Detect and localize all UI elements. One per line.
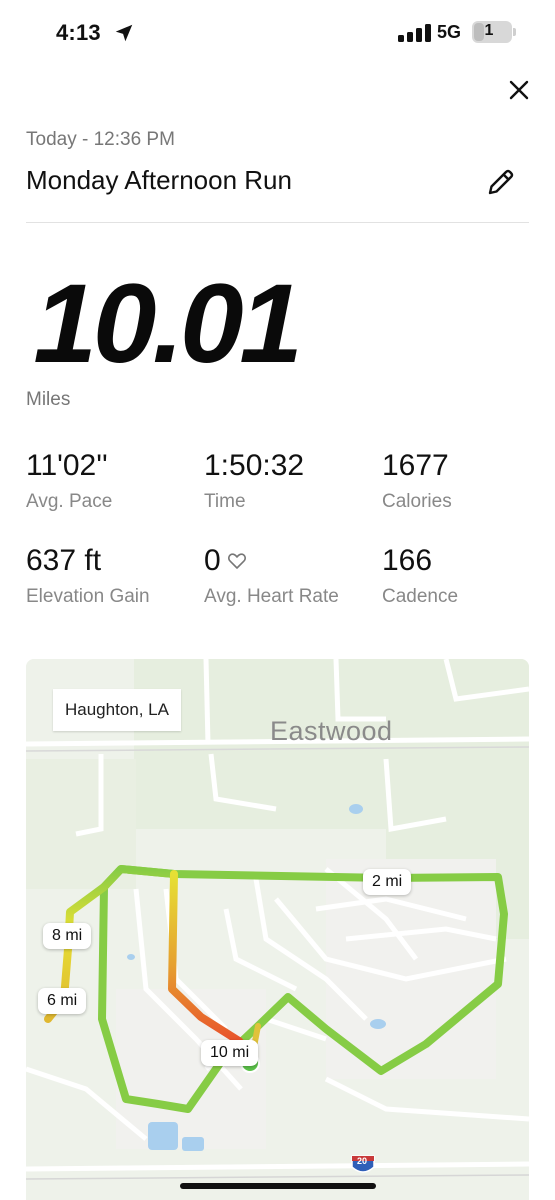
- battery-nub: [513, 28, 516, 36]
- status-time: 4:13: [56, 20, 101, 45]
- activity-date: Today - 12:36 PM: [26, 129, 175, 150]
- stat-value: 166: [382, 544, 433, 577]
- map-location-label: Haughton, LA: [53, 689, 181, 731]
- stat-cadence: 166 Cadence: [382, 546, 552, 609]
- stat-value: 11'02'': [26, 449, 108, 482]
- stat-label: Avg. Heart Rate: [204, 586, 339, 607]
- pencil-icon[interactable]: [484, 165, 518, 199]
- mile-marker-8: 8 mi: [43, 923, 92, 949]
- signal-bars-icon: [398, 24, 431, 42]
- stat-value: 637 ft: [26, 544, 102, 577]
- route-map[interactable]: Haughton, LA Eastwood 2 mi 8 mi 6 mi 10 …: [26, 659, 529, 1200]
- stat-label: Avg. Pace: [26, 491, 113, 512]
- battery-level: 1: [484, 22, 494, 39]
- header-divider: [26, 222, 529, 223]
- stat-label: Elevation Gain: [26, 586, 150, 607]
- location-arrow-icon: [115, 24, 133, 42]
- highway-shield-number: 20: [357, 1156, 368, 1166]
- mile-marker-2: 2 mi: [363, 869, 412, 895]
- activity-title: Monday Afternoon Run: [26, 165, 292, 195]
- distance-value: 10.01: [33, 261, 303, 386]
- stat-avg-pace: 11'02'' Avg. Pace: [26, 451, 196, 514]
- mile-marker-10: 10 mi: [201, 1040, 259, 1066]
- network-label: 5G: [437, 22, 462, 42]
- heart-outline-icon: [227, 553, 246, 569]
- stat-label: Cadence: [382, 586, 459, 607]
- mile-marker-6: 6 mi: [38, 988, 87, 1014]
- stat-label: Calories: [382, 491, 452, 512]
- map-area-label: Eastwood: [270, 716, 393, 746]
- status-bar: 4:13 5G 1: [0, 0, 555, 66]
- stat-time: 1:50:32 Time: [204, 451, 374, 514]
- home-indicator[interactable]: [180, 1183, 376, 1189]
- stat-value: 0: [204, 544, 221, 577]
- stat-label: Time: [204, 491, 246, 512]
- distance-unit: Miles: [26, 389, 71, 410]
- stat-elevation-gain: 637 ft Elevation Gain: [26, 546, 176, 609]
- close-icon[interactable]: [503, 74, 535, 106]
- battery-icon: 1: [472, 21, 512, 43]
- stat-calories: 1677 Calories: [382, 451, 552, 514]
- stat-value: 1677: [382, 449, 449, 482]
- stat-avg-heart-rate: 0 Avg. Heart Rate: [204, 546, 354, 609]
- stat-value: 1:50:32: [204, 449, 305, 482]
